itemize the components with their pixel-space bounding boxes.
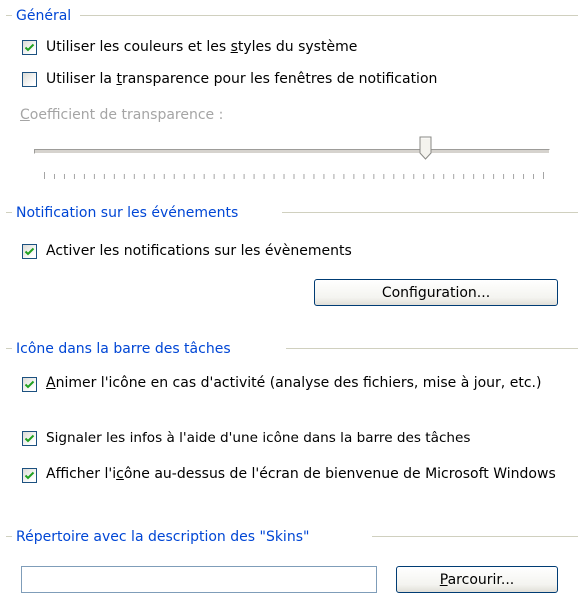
show-above-welcome-checkbox[interactable]: [22, 468, 37, 483]
use-system-colors-checkbox[interactable]: [22, 40, 37, 55]
signal-info-label[interactable]: Signaler les infos à l'aide d'une icône …: [46, 428, 471, 448]
transparency-coefficient-label: Coefficient de transparence :: [20, 107, 224, 123]
check-mark-icon: [24, 434, 35, 443]
animate-icon-label[interactable]: Animer l'icône en cas d'activité (analys…: [46, 373, 556, 393]
divider-line: [6, 212, 12, 213]
animate-icon-checkbox[interactable]: [22, 377, 37, 392]
divider-line: [6, 348, 12, 349]
group-general-header: Général: [6, 6, 578, 26]
signal-info-checkbox[interactable]: [22, 431, 37, 446]
divider-line: [372, 536, 578, 537]
transparency-slider-thumb[interactable]: [419, 136, 432, 160]
check-mark-icon: [24, 247, 35, 256]
use-transparency-checkbox[interactable]: [22, 72, 37, 87]
divider-line: [80, 15, 578, 16]
group-tray-icon-title: Icône dans la barre des tâches: [16, 341, 231, 357]
use-transparency-label[interactable]: Utiliser la transparence pour les fenêtr…: [46, 69, 437, 89]
divider-line: [6, 536, 12, 537]
show-above-welcome-label[interactable]: Afficher l'icône au-dessus de l'écran de…: [46, 464, 566, 484]
enable-notifications-label[interactable]: Activer les notifications sur les évènem…: [46, 241, 352, 261]
transparency-slider-track[interactable]: [34, 149, 550, 154]
group-event-notification-title: Notification sur les événements: [16, 205, 239, 221]
check-mark-icon: [24, 471, 35, 480]
divider-line: [282, 212, 578, 213]
enable-notifications-checkbox[interactable]: [22, 244, 37, 259]
group-skins-title: Répertoire avec la description des "Skin…: [16, 529, 310, 545]
divider-line: [286, 348, 578, 349]
browse-button[interactable]: Parcourir...: [396, 566, 558, 593]
group-tray-icon-header: Icône dans la barre des tâches: [6, 339, 578, 359]
group-skins-header: Répertoire avec la description des "Skin…: [6, 527, 578, 547]
skins-path-input[interactable]: [21, 566, 377, 593]
check-mark-icon: [24, 380, 35, 389]
group-event-notification-header: Notification sur les événements: [6, 203, 578, 223]
check-mark-icon: [24, 43, 35, 52]
configuration-button[interactable]: Configuration...: [314, 279, 558, 306]
group-general-title: Général: [16, 8, 72, 24]
use-system-colors-label[interactable]: Utiliser les couleurs et les styles du s…: [46, 37, 357, 57]
divider-line: [6, 15, 12, 16]
slider-ticks: [44, 172, 544, 179]
